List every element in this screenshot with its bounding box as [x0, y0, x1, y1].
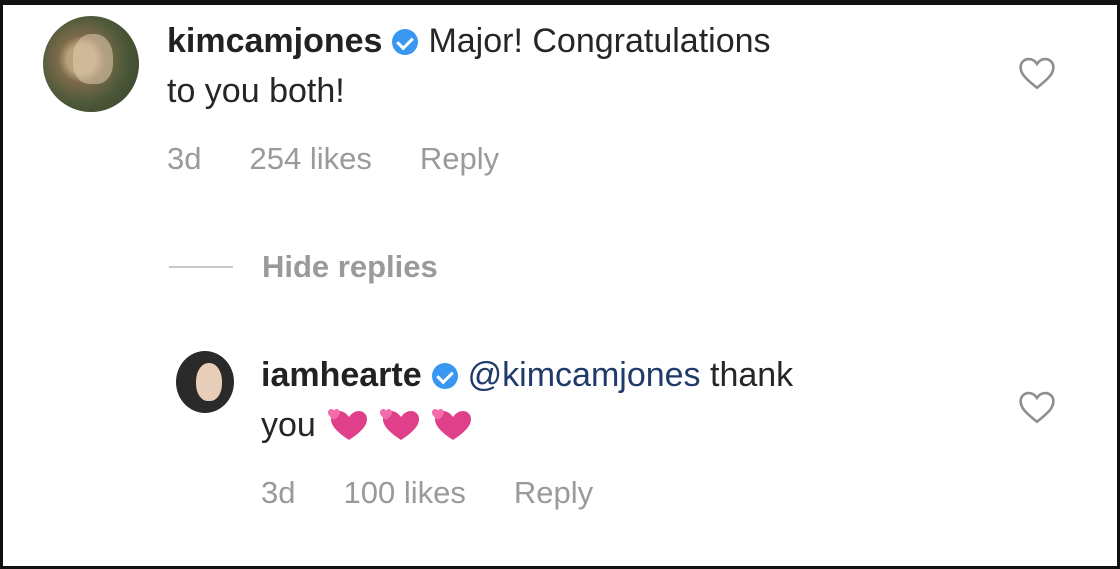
revolving-hearts-icon	[380, 409, 420, 440]
comment-text-continued: to you both!	[167, 72, 345, 110]
heart-icon[interactable]	[1017, 55, 1057, 91]
comment-text-line-1: iamhearte @kimcamjones thank	[261, 353, 793, 397]
comment-text-line-2: you	[261, 403, 481, 447]
comment-age[interactable]: 3d	[261, 475, 295, 510]
comment-text: Major! Congratulations	[428, 22, 771, 60]
comment-thread: kimcamjones Major! Congratulations to you…	[0, 0, 1120, 569]
revolving-hearts-icon	[432, 409, 472, 440]
comment-text: thank	[700, 356, 794, 394]
comment-meta: 3d 100 likes Reply	[261, 473, 641, 513]
revolving-hearts-icon	[328, 409, 368, 440]
mention-link[interactable]: @kimcamjones	[468, 356, 701, 394]
reply-button[interactable]: Reply	[514, 475, 593, 510]
verified-badge-icon	[392, 29, 419, 55]
divider	[169, 266, 233, 268]
hide-replies-label[interactable]: Hide replies	[262, 245, 438, 289]
like-count[interactable]: 254 likes	[249, 141, 371, 176]
comment-age[interactable]: 3d	[167, 141, 201, 176]
heart-icon[interactable]	[1017, 389, 1057, 425]
like-count[interactable]: 100 likes	[343, 475, 465, 510]
username[interactable]: iamhearte	[261, 356, 422, 394]
verified-badge-icon	[431, 363, 458, 389]
avatar[interactable]	[43, 16, 139, 112]
comment-text-line-2: to you both!	[167, 69, 345, 113]
reply-button[interactable]: Reply	[420, 141, 499, 176]
comment-meta: 3d 254 likes Reply	[167, 139, 547, 179]
username[interactable]: kimcamjones	[167, 22, 382, 60]
comment-text-continued: you	[261, 406, 316, 444]
avatar[interactable]	[176, 351, 234, 413]
comment-text-line-1: kimcamjones Major! Congratulations	[167, 19, 771, 63]
